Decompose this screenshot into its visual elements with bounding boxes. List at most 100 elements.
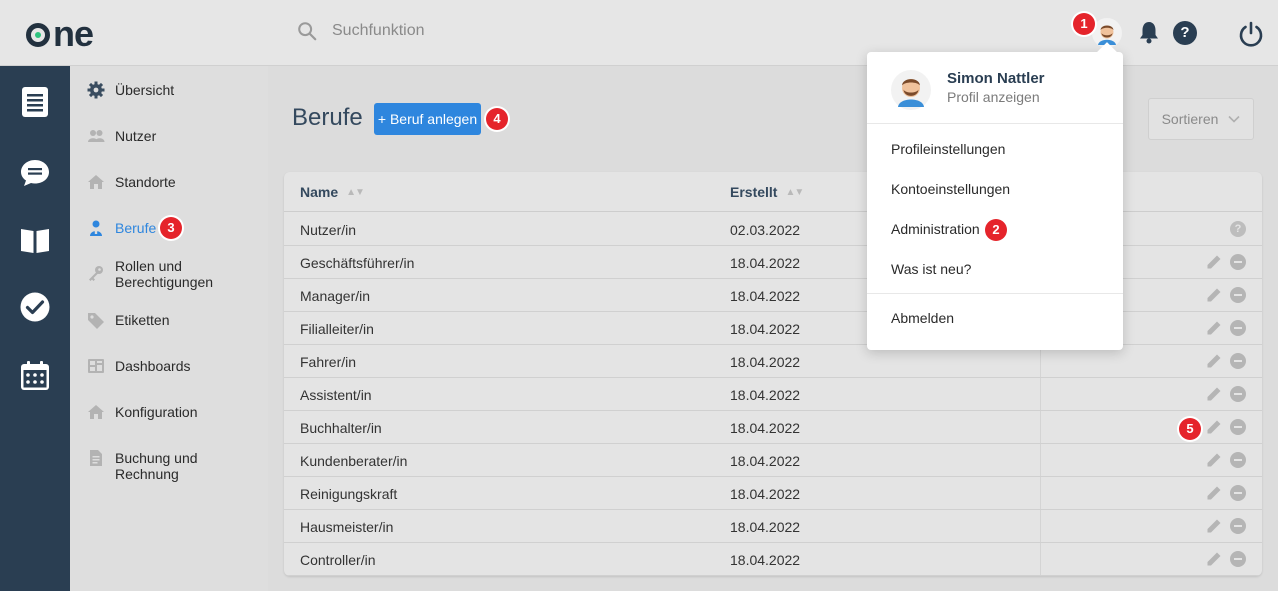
house-icon xyxy=(88,175,104,189)
edit-pencil-icon[interactable] xyxy=(1206,386,1222,402)
step-badge: 3 xyxy=(160,217,182,239)
table-row[interactable]: Assistent/in 18.04.2022 xyxy=(284,378,1262,411)
person-icon xyxy=(90,220,102,236)
cell-created: 18.04.2022 xyxy=(730,420,801,436)
table-row[interactable]: Hausmeister/in 18.04.2022 xyxy=(284,510,1262,543)
cell-name: Geschäftsführer/in xyxy=(300,255,415,271)
sidebar-item-label: Dashboards xyxy=(115,358,191,374)
check-circle-icon[interactable] xyxy=(19,291,51,323)
main-rail xyxy=(0,66,70,591)
column-header-created[interactable]: Erstellt ▲▼ xyxy=(730,184,804,200)
remove-icon[interactable] xyxy=(1230,353,1246,369)
remove-icon[interactable] xyxy=(1230,419,1246,435)
sort-arrows-icon[interactable]: ▲▼ xyxy=(346,187,365,198)
cell-name: Assistent/in xyxy=(300,387,372,403)
sort-button-label: Sortieren xyxy=(1161,111,1219,127)
cell-created: 02.03.2022 xyxy=(730,222,801,238)
calendar-icon[interactable] xyxy=(19,360,51,392)
app-logo[interactable]: ne xyxy=(26,13,94,54)
dashboard-icon xyxy=(88,359,104,373)
cell-created: 18.04.2022 xyxy=(730,552,801,568)
view-profile-link[interactable]: Profil anzeigen xyxy=(947,89,1040,105)
table-row[interactable]: Buchhalter/in 18.04.2022 xyxy=(284,411,1262,444)
tag-icon xyxy=(88,313,104,329)
cell-name: Hausmeister/in xyxy=(300,519,394,535)
menu-item-account-settings[interactable]: Kontoeinstellungen xyxy=(891,181,1010,197)
cell-name: Reinigungskraft xyxy=(300,486,398,502)
profile-name: Simon Nattler xyxy=(947,70,1045,87)
column-header-label: Name xyxy=(300,184,339,200)
logo-o-icon xyxy=(26,23,50,47)
sidebar-item-label: Etiketten xyxy=(115,312,170,328)
chevron-down-icon xyxy=(1228,115,1240,123)
cell-created: 18.04.2022 xyxy=(730,321,801,337)
cell-created: 18.04.2022 xyxy=(730,354,801,370)
edit-pencil-icon[interactable] xyxy=(1206,485,1222,501)
menu-item-profile-settings[interactable]: Profileinstellungen xyxy=(891,141,1005,157)
sidebar-item-label: Berufe xyxy=(115,220,157,236)
column-header-label: Erstellt xyxy=(730,184,778,200)
remove-icon[interactable] xyxy=(1230,287,1246,303)
add-profession-button[interactable]: + Beruf anlegen xyxy=(374,103,481,135)
table-row[interactable]: Controller/in 18.04.2022 xyxy=(284,543,1262,576)
key-icon xyxy=(89,266,103,281)
cell-created: 18.04.2022 xyxy=(730,288,801,304)
avatar-icon[interactable] xyxy=(891,70,931,110)
house-icon xyxy=(88,405,104,419)
sidebar-item-label: Buchung und Rechnung xyxy=(115,450,198,482)
remove-icon[interactable] xyxy=(1230,386,1246,402)
sidebar-item-label: Rollen und Berechtigungen xyxy=(115,258,214,290)
remove-icon[interactable] xyxy=(1230,485,1246,501)
edit-pencil-icon[interactable] xyxy=(1206,254,1222,270)
page-title: Berufe xyxy=(292,104,363,131)
book-icon[interactable] xyxy=(19,224,51,256)
step-badge: 1 xyxy=(1073,13,1095,35)
remove-icon[interactable] xyxy=(1230,254,1246,270)
menu-item-logout[interactable]: Abmelden xyxy=(891,310,954,326)
profile-dropdown: Simon Nattler Profil anzeigen Profileins… xyxy=(867,52,1123,350)
invoice-icon xyxy=(90,450,102,466)
sort-button[interactable]: Sortieren xyxy=(1148,98,1254,140)
step-badge: 2 xyxy=(985,219,1007,241)
edit-pencil-icon[interactable] xyxy=(1206,518,1222,534)
power-icon[interactable] xyxy=(1237,20,1265,48)
remove-icon[interactable] xyxy=(1230,452,1246,468)
help-icon[interactable]: ? xyxy=(1173,21,1197,45)
remove-icon[interactable] xyxy=(1230,518,1246,534)
sub-navigation: Übersicht Nutzer Standorte Berufe Rollen… xyxy=(70,66,268,591)
remove-icon[interactable] xyxy=(1230,320,1246,336)
cell-name: Controller/in xyxy=(300,552,376,568)
info-icon[interactable]: ? xyxy=(1230,221,1246,237)
edit-pencil-icon[interactable] xyxy=(1206,320,1222,336)
remove-icon[interactable] xyxy=(1230,551,1246,567)
edit-pencil-icon[interactable] xyxy=(1206,419,1222,435)
step-badge: 4 xyxy=(486,108,508,130)
divider xyxy=(867,293,1123,294)
cell-created: 18.04.2022 xyxy=(730,453,801,469)
table-row[interactable]: Kundenberater/in 18.04.2022 xyxy=(284,444,1262,477)
cell-created: 18.04.2022 xyxy=(730,486,801,502)
menu-item-whats-new[interactable]: Was ist neu? xyxy=(891,261,971,277)
edit-pencil-icon[interactable] xyxy=(1206,287,1222,303)
sort-arrows-icon[interactable]: ▲▼ xyxy=(785,187,804,198)
sidebar-item-label: Nutzer xyxy=(115,128,157,144)
document-icon[interactable] xyxy=(19,86,51,118)
column-header-name[interactable]: Name ▲▼ xyxy=(300,184,365,200)
search-placeholder: Suchfunktion xyxy=(332,22,425,39)
bell-icon[interactable] xyxy=(1138,20,1160,44)
menu-item-administration[interactable]: Administration xyxy=(891,221,980,237)
users-icon xyxy=(88,130,105,142)
edit-pencil-icon[interactable] xyxy=(1206,452,1222,468)
divider xyxy=(867,123,1123,124)
table-row[interactable]: Reinigungskraft 18.04.2022 xyxy=(284,477,1262,510)
cell-created: 18.04.2022 xyxy=(730,387,801,403)
chat-icon[interactable] xyxy=(19,157,51,189)
step-badge: 5 xyxy=(1179,418,1201,440)
search-icon xyxy=(298,22,317,41)
cell-created: 18.04.2022 xyxy=(730,519,801,535)
edit-pencil-icon[interactable] xyxy=(1206,353,1222,369)
edit-pencil-icon[interactable] xyxy=(1206,551,1222,567)
gear-icon xyxy=(87,81,105,99)
sidebar-item-label: Übersicht xyxy=(115,82,175,98)
search-bar[interactable]: Suchfunktion xyxy=(296,20,425,42)
